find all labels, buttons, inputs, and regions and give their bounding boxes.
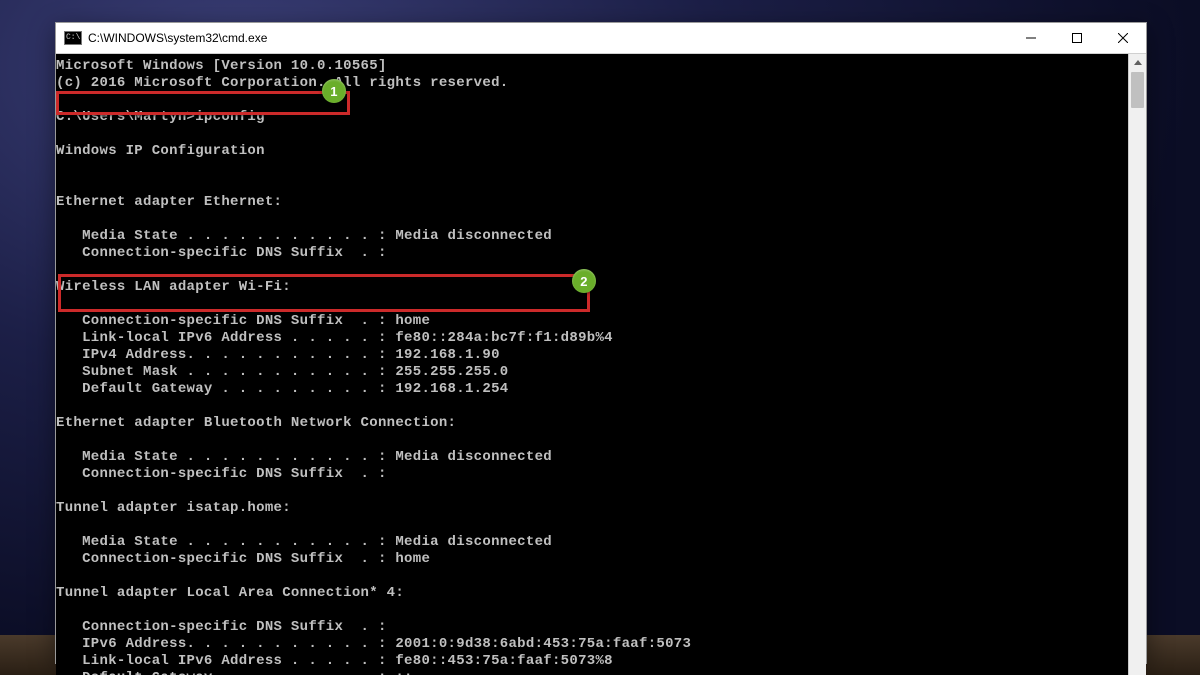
scroll-up-button[interactable]	[1129, 54, 1146, 71]
terminal-line: Link-local IPv6 Address . . . . . : fe80…	[56, 330, 1128, 347]
terminal-line: Connection-specific DNS Suffix . :	[56, 466, 1128, 483]
terminal-line: Ethernet adapter Ethernet:	[56, 194, 1128, 211]
terminal-line	[56, 211, 1128, 228]
annotation-badge-2: 2	[572, 269, 596, 293]
chevron-up-icon	[1134, 60, 1142, 65]
terminal-line	[56, 177, 1128, 194]
vertical-scrollbar[interactable]	[1128, 54, 1146, 675]
terminal-line	[56, 602, 1128, 619]
terminal-line: Media State . . . . . . . . . . . : Medi…	[56, 449, 1128, 466]
terminal-line: Connection-specific DNS Suffix . :	[56, 245, 1128, 262]
terminal-line: Connection-specific DNS Suffix . : home	[56, 551, 1128, 568]
terminal-line: Connection-specific DNS Suffix . : home	[56, 313, 1128, 330]
desktop-background: C:\WINDOWS\system32\cmd.exe Microsoft Wi…	[0, 0, 1200, 675]
badge-2-label: 2	[580, 275, 588, 288]
scroll-thumb[interactable]	[1131, 72, 1144, 108]
terminal-line: Default Gateway . . . . . . . . . : ::	[56, 670, 1128, 675]
terminal-line	[56, 517, 1128, 534]
window-title: C:\WINDOWS\system32\cmd.exe	[88, 23, 1008, 53]
terminal-line	[56, 568, 1128, 585]
terminal-line: Tunnel adapter isatap.home:	[56, 500, 1128, 517]
terminal-line: Default Gateway . . . . . . . . . : 192.…	[56, 381, 1128, 398]
terminal-line: Link-local IPv6 Address . . . . . : fe80…	[56, 653, 1128, 670]
terminal-line	[56, 160, 1128, 177]
maximize-icon	[1072, 33, 1082, 43]
highlight-box-1	[56, 91, 350, 115]
terminal-line: IPv4 Address. . . . . . . . . . . : 192.…	[56, 347, 1128, 364]
terminal-line	[56, 432, 1128, 449]
terminal-line: Media State . . . . . . . . . . . : Medi…	[56, 534, 1128, 551]
terminal-line: IPv6 Address. . . . . . . . . . . : 2001…	[56, 636, 1128, 653]
terminal-line: Subnet Mask . . . . . . . . . . . : 255.…	[56, 364, 1128, 381]
close-button[interactable]	[1100, 23, 1146, 53]
terminal-output[interactable]: Microsoft Windows [Version 10.0.10565](c…	[56, 54, 1128, 675]
annotation-badge-1: 1	[322, 79, 346, 103]
terminal-line: Tunnel adapter Local Area Connection* 4:	[56, 585, 1128, 602]
highlight-box-2	[58, 274, 590, 312]
minimize-icon	[1026, 33, 1036, 43]
terminal-line	[56, 398, 1128, 415]
maximize-button[interactable]	[1054, 23, 1100, 53]
titlebar[interactable]: C:\WINDOWS\system32\cmd.exe	[56, 23, 1146, 54]
terminal-line: Ethernet adapter Bluetooth Network Conne…	[56, 415, 1128, 432]
terminal-line: Media State . . . . . . . . . . . : Medi…	[56, 228, 1128, 245]
terminal-line: Connection-specific DNS Suffix . :	[56, 619, 1128, 636]
badge-1-label: 1	[330, 85, 338, 98]
minimize-button[interactable]	[1008, 23, 1054, 53]
close-icon	[1118, 33, 1128, 43]
client-area: Microsoft Windows [Version 10.0.10565](c…	[56, 54, 1146, 675]
cmd-icon	[64, 31, 82, 45]
cmd-window: C:\WINDOWS\system32\cmd.exe Microsoft Wi…	[55, 22, 1147, 664]
terminal-line: Microsoft Windows [Version 10.0.10565]	[56, 58, 1128, 75]
terminal-line	[56, 483, 1128, 500]
terminal-line: (c) 2016 Microsoft Corporation. All righ…	[56, 75, 1128, 92]
terminal-line	[56, 126, 1128, 143]
terminal-line: Windows IP Configuration	[56, 143, 1128, 160]
